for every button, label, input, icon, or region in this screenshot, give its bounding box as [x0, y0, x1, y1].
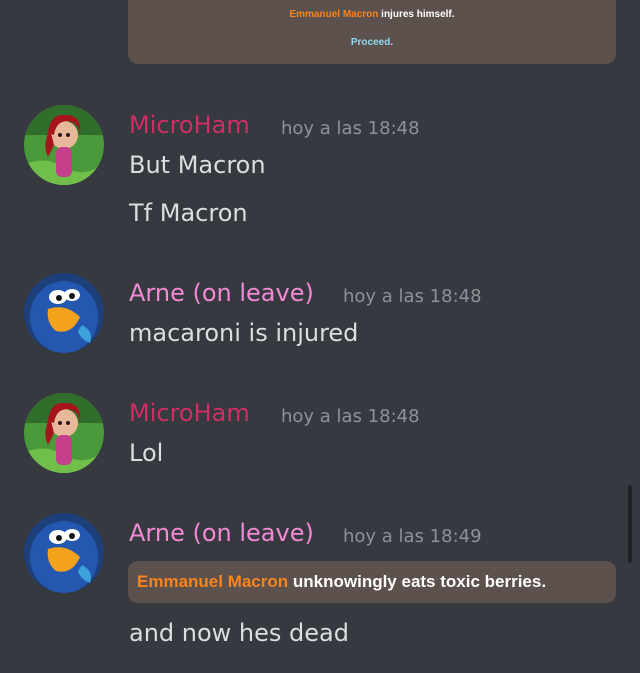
message-timestamp: hoy a las 18:49 [343, 526, 482, 547]
embed-actor-name: Emmanuel Macron [137, 572, 289, 591]
message-author[interactable]: Arne (on leave) [129, 278, 314, 308]
avatar[interactable] [24, 393, 104, 473]
message-author[interactable]: Arne (on leave) [129, 518, 314, 548]
message-author[interactable]: MicroHam [129, 398, 250, 428]
proceed-link[interactable]: Proceed. [128, 37, 616, 48]
arne-avatar-image [24, 273, 104, 353]
chat-messages-panel: Emmanuel Macron injures himself. Proceed… [0, 0, 640, 673]
message-timestamp: hoy a las 18:48 [281, 118, 420, 139]
embed-actor-name: Emmanuel Macron [289, 9, 379, 20]
microham-avatar-image [24, 393, 104, 473]
microham-avatar-image [24, 105, 104, 185]
message-text: Lol [129, 439, 164, 467]
arne-avatar-image [24, 513, 104, 593]
message-text: macaroni is injured [129, 319, 359, 347]
message-text: But Macron [129, 151, 266, 179]
message-text: Tf Macron [129, 199, 248, 227]
message-timestamp: hoy a las 18:48 [343, 286, 482, 307]
scrollbar-thumb[interactable] [628, 485, 632, 563]
message-author[interactable]: MicroHam [129, 110, 250, 140]
embed-action-text: injures himself. [378, 9, 455, 20]
embed-action-text: unknowingly eats toxic berries. [288, 572, 547, 591]
message-text: and now hes dead [129, 619, 349, 647]
message-timestamp: hoy a las 18:48 [281, 406, 420, 427]
embed-event-text: Emmanuel Macron injures himself. [128, 9, 616, 20]
avatar[interactable] [24, 513, 104, 593]
game-event-embed: Emmanuel Macron unknowingly eats toxic b… [128, 561, 616, 603]
game-event-embed: Emmanuel Macron injures himself. Proceed… [128, 0, 616, 64]
avatar[interactable] [24, 105, 104, 185]
avatar[interactable] [24, 273, 104, 353]
